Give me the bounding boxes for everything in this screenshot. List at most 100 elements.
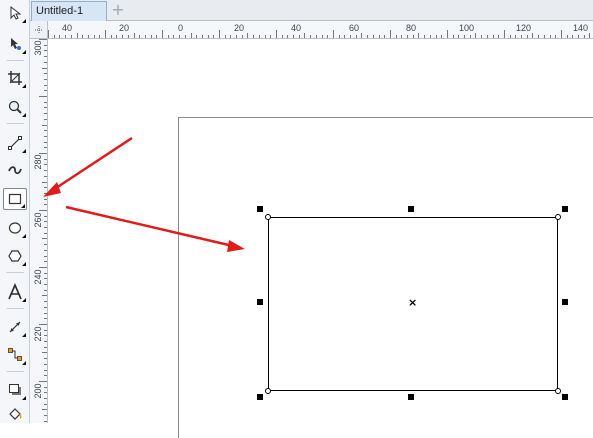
drawing-canvas[interactable]: × <box>48 39 593 438</box>
ruler-tick <box>44 159 47 160</box>
ruler-tick <box>42 182 47 183</box>
ruler-tick <box>77 33 78 38</box>
corner-node[interactable] <box>555 388 561 394</box>
ruler-tick <box>44 284 47 285</box>
ruler-tick <box>299 35 300 38</box>
zoom-icon <box>8 100 22 114</box>
shape-tool-button[interactable] <box>3 33 27 55</box>
ruler-tick <box>424 35 425 38</box>
ruler-tick <box>532 33 533 38</box>
crop-tool-button[interactable] <box>3 67 27 89</box>
ruler-tick <box>44 341 47 342</box>
text-tool-button[interactable] <box>3 281 27 303</box>
ruler-tick <box>44 119 47 120</box>
ruler-tick <box>493 35 494 38</box>
ruler-tick <box>39 324 47 325</box>
fill-tool-button[interactable] <box>3 403 27 425</box>
vertical-ruler[interactable]: 300 280 260 240 220 200 <box>30 39 48 423</box>
ruler-tick <box>145 35 146 38</box>
ruler-tick <box>361 33 362 38</box>
selection-handle-top-right[interactable] <box>562 206 568 212</box>
ruler-label: 120 <box>516 23 532 33</box>
ruler-tick <box>44 147 47 148</box>
ruler-tick <box>162 30 163 38</box>
ruler-tick <box>333 30 334 38</box>
center-x-icon[interactable]: × <box>408 297 417 308</box>
ruler-tick <box>196 35 197 38</box>
ruler-tick <box>589 33 590 38</box>
ruler-tick <box>44 313 47 314</box>
ruler-tick <box>44 370 47 371</box>
ruler-tick <box>191 33 192 38</box>
ruler-tick <box>105 30 106 38</box>
drop-shadow-tool-button[interactable] <box>3 379 27 401</box>
ruler-tick <box>44 273 47 274</box>
corner-node[interactable] <box>265 214 271 220</box>
ruler-tick <box>139 35 140 38</box>
ruler-tick <box>270 35 271 38</box>
new-tab-plus-icon[interactable]: + <box>110 2 126 18</box>
ruler-tick <box>418 33 419 38</box>
ruler-tick <box>430 35 431 38</box>
ruler-label: 40 <box>62 23 73 33</box>
ruler-label: 220 <box>33 326 43 342</box>
dimension-tool-button[interactable] <box>3 316 27 338</box>
ruler-tick <box>128 35 129 38</box>
corner-node[interactable] <box>265 388 271 394</box>
selection-handle-bottom[interactable] <box>408 394 414 400</box>
ruler-tick <box>94 35 95 38</box>
pick-tool-button[interactable] <box>3 2 27 24</box>
freehand-tool-button[interactable] <box>3 132 27 154</box>
ruler-tick <box>44 113 47 114</box>
ruler-tick <box>71 35 72 38</box>
ruler-tick <box>475 33 476 38</box>
ruler-tick <box>44 79 47 80</box>
ruler-tick <box>44 227 47 228</box>
shape-node-icon <box>11 38 21 50</box>
ruler-tick <box>173 35 174 38</box>
ruler-tick <box>384 35 385 38</box>
ruler-tick <box>401 35 402 38</box>
selection-handle-bottom-right[interactable] <box>562 394 568 400</box>
selection-handle-top[interactable] <box>408 206 414 212</box>
artistic-media-tool-button[interactable] <box>3 159 27 181</box>
ruler-tick <box>185 35 186 38</box>
ruler-tick <box>578 35 579 38</box>
ruler-tick <box>510 35 511 38</box>
ruler-tick <box>225 35 226 38</box>
ruler-tick <box>44 404 47 405</box>
ruler-tick <box>44 256 47 257</box>
ruler-tick <box>44 421 47 422</box>
document-tab[interactable]: Untitled-1 <box>31 1 107 21</box>
ruler-tick <box>44 136 47 137</box>
ruler-tick <box>44 130 47 131</box>
ruler-tick <box>44 62 47 63</box>
ruler-tick <box>504 30 505 38</box>
horizontal-ruler[interactable]: 40 20 0 20 40 60 80 100 120 140 <box>48 21 593 39</box>
selection-handle-top-left[interactable] <box>257 206 263 212</box>
ruler-tick <box>230 35 231 38</box>
ruler-tick <box>116 35 117 38</box>
ruler-tick <box>44 56 47 57</box>
polygon-tool-button[interactable] <box>3 245 27 267</box>
ruler-tick <box>44 170 47 171</box>
connector-tool-button[interactable] <box>3 344 27 366</box>
rectangle-tool-button[interactable] <box>3 188 27 210</box>
ruler-label: 20 <box>119 23 130 33</box>
selection-handle-bottom-left[interactable] <box>257 394 263 400</box>
ruler-tick <box>39 381 47 382</box>
ruler-tick <box>122 35 123 38</box>
ruler-label: 240 <box>33 269 43 285</box>
ruler-tick <box>287 35 288 38</box>
ruler-tick <box>44 250 47 251</box>
ruler-tick <box>42 68 47 69</box>
polygon-icon <box>8 250 22 262</box>
selection-handle-right[interactable] <box>562 299 568 305</box>
selection-handle-left[interactable] <box>257 299 263 305</box>
ellipse-tool-button[interactable] <box>3 217 27 239</box>
ruler-tick <box>156 35 157 38</box>
ruler-tick <box>44 307 47 308</box>
zoom-tool-button[interactable] <box>3 96 27 118</box>
ruler-tick <box>44 398 47 399</box>
corner-node[interactable] <box>555 214 561 220</box>
